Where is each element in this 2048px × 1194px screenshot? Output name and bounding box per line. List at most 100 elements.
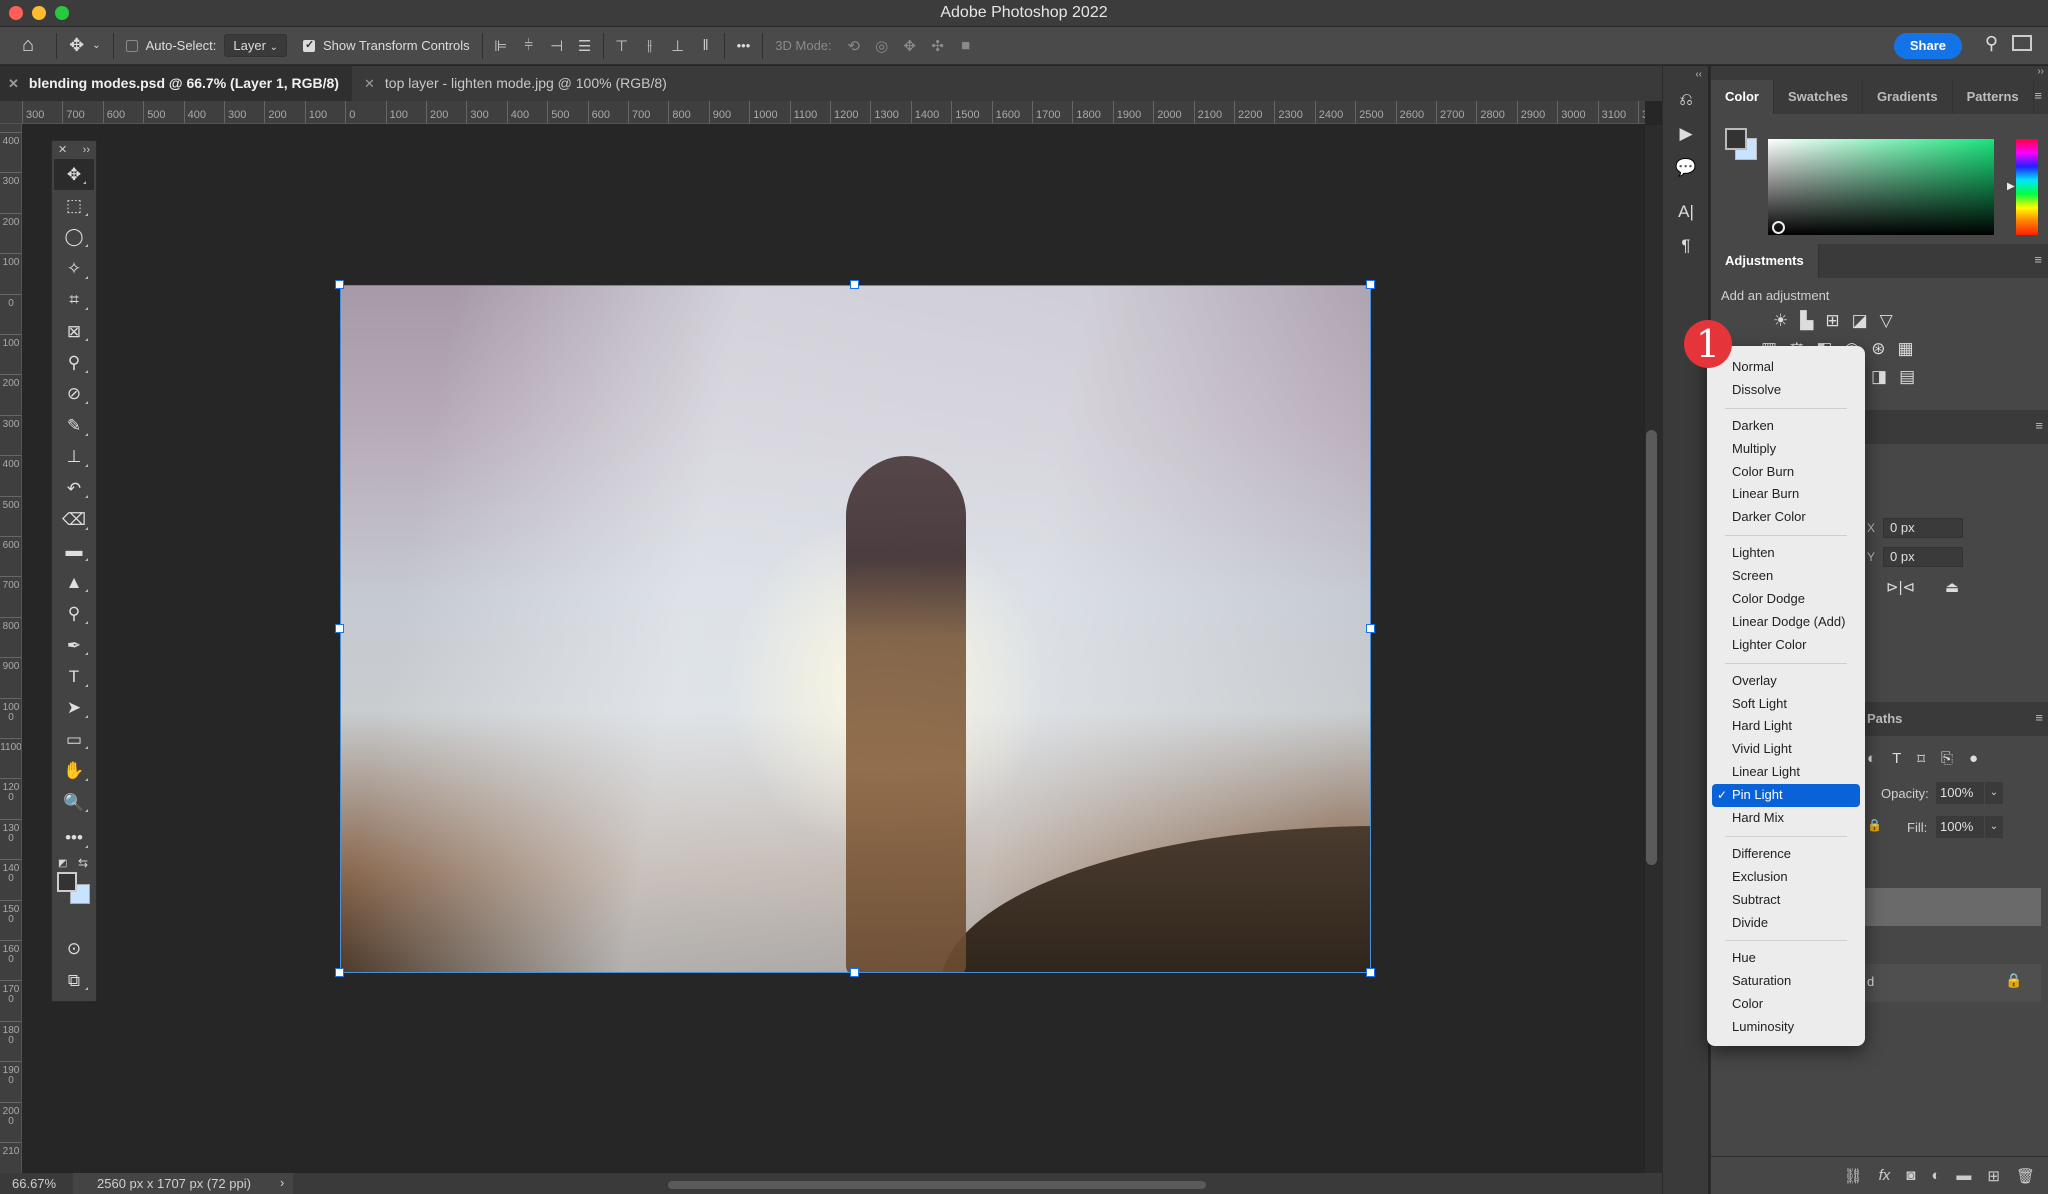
transform-handle-right[interactable] <box>1366 624 1375 633</box>
screen-mode-icon[interactable]: ⧉ <box>52 965 96 996</box>
align-left-icon[interactable]: ⊫ <box>487 37 515 55</box>
tab-adjustments[interactable]: Adjustments <box>1711 244 1819 278</box>
quick-mask-icon[interactable]: ⊙ <box>52 934 96 965</box>
transform-handle-top-right[interactable] <box>1366 280 1375 289</box>
show-transform-controls-checkbox[interactable]: Show Transform Controls <box>295 27 478 65</box>
actions-play-icon[interactable]: ▶ <box>1663 117 1709 151</box>
blend-mode-option-soft-light[interactable]: Soft Light <box>1707 693 1865 716</box>
zoom-tool-icon[interactable]: 🔍 <box>52 787 96 818</box>
3d-camera-icon[interactable]: ■ <box>952 37 980 54</box>
transform-handle-bottom-left[interactable] <box>335 968 344 977</box>
lock-icon[interactable]: 🔒 <box>1867 818 1882 832</box>
eraser-tool-icon[interactable]: ⌫ <box>52 504 96 535</box>
blend-mode-option-exclusion[interactable]: Exclusion <box>1707 866 1865 889</box>
blend-mode-option-color-dodge[interactable]: Color Dodge <box>1707 588 1865 611</box>
new-adjustment-layer-icon[interactable]: ◐ <box>1931 1167 1940 1184</box>
color-field[interactable] <box>1768 139 1994 235</box>
panel-menu-icon[interactable]: ≡ <box>2034 252 2042 267</box>
expand-toolbar-icon[interactable]: ›› <box>83 141 90 159</box>
blend-mode-option-divide[interactable]: Divide <box>1707 912 1865 935</box>
hue-slider[interactable] <box>2016 139 2038 235</box>
align-vertical-center-icon[interactable]: ⫲ <box>636 37 664 54</box>
tab-paths[interactable]: Paths <box>1867 702 1902 736</box>
new-layer-icon[interactable]: ⊞ <box>1987 1167 2000 1185</box>
close-toolbar-icon[interactable]: ✕ <box>58 141 67 159</box>
auto-select-target-dropdown[interactable]: Layer ⌄ <box>224 34 287 57</box>
blend-mode-option-pin-light[interactable]: Pin Light <box>1712 784 1860 808</box>
blend-mode-option-dissolve[interactable]: Dissolve <box>1707 379 1865 402</box>
y-position-field[interactable]: 0 px <box>1883 547 1963 567</box>
blend-mode-option-hard-light[interactable]: Hard Light <box>1707 715 1865 738</box>
blend-mode-option-lighten[interactable]: Lighten <box>1707 542 1865 565</box>
transform-handle-top-left[interactable] <box>335 280 344 289</box>
opacity-field[interactable]: 100% <box>1936 782 1984 804</box>
search-icon[interactable]: ⚲ <box>1985 33 1998 54</box>
move-tool-preset-icon[interactable]: ✥ ⌄ <box>61 27 108 65</box>
blend-mode-option-subtract[interactable]: Subtract <box>1707 889 1865 912</box>
blend-mode-option-luminosity[interactable]: Luminosity <box>1707 1016 1865 1039</box>
collapse-panels-icon[interactable]: ‹‹ <box>1663 66 1708 83</box>
path-selection-tool-icon[interactable]: ➤ <box>52 693 96 724</box>
distribute-vertical-icon[interactable]: ☰ <box>571 37 599 55</box>
blend-mode-option-darker-color[interactable]: Darker Color <box>1707 506 1865 529</box>
align-bottom-icon[interactable]: ⊥ <box>664 37 692 55</box>
exposure-icon[interactable]: ◪ <box>1852 311 1868 331</box>
tab-patterns[interactable]: Patterns <box>1953 80 2034 114</box>
magic-wand-tool-icon[interactable]: ✧ <box>52 253 96 284</box>
distribute-horizontal-icon[interactable]: ‖ <box>692 37 720 54</box>
auto-select-checkbox[interactable]: Auto-Select: Layer ⌄ <box>118 27 295 65</box>
flip-vertical-icon[interactable]: ⏏ <box>1945 578 1959 596</box>
hue-slider-arrow[interactable]: ▶ <box>2007 181 2015 192</box>
doc-tab-top-layer[interactable]: ✕ top layer - lighten mode.jpg @ 100% (RG… <box>356 66 706 101</box>
channel-mixer-icon[interactable]: ⊛ <box>1871 339 1885 359</box>
vertical-ruler[interactable]: 400 300 200 100 0 100 200 300 400 500 600 700 800 900… <box>0 124 22 1174</box>
blend-mode-option-overlay[interactable]: Overlay <box>1707 670 1865 693</box>
lasso-tool-icon[interactable]: ◯ <box>52 222 96 253</box>
zoom-level[interactable]: 66.67% <box>12 1176 56 1191</box>
gradient-tool-icon[interactable]: ▬ <box>52 536 96 567</box>
tab-color[interactable]: Color <box>1711 80 1774 114</box>
flip-horizontal-icon[interactable]: ⊳|⊲ <box>1886 578 1915 596</box>
opacity-dropdown-icon[interactable]: ⌄ <box>1985 782 2003 804</box>
filter-shape-icon[interactable]: ⌑ <box>1917 750 1925 768</box>
marquee-tool-icon[interactable]: ⬚ <box>52 190 96 221</box>
vibrance-icon[interactable]: ▽ <box>1880 311 1893 331</box>
align-horizontal-center-icon[interactable]: ⫩ <box>515 37 543 54</box>
move-tool-icon[interactable]: ✥ <box>54 159 94 191</box>
filter-type-icon[interactable]: T <box>1892 750 1901 768</box>
fx-icon[interactable]: fx <box>1879 1167 1891 1184</box>
filter-adjustment-icon[interactable]: ◐ <box>1867 750 1876 768</box>
clone-stamp-tool-icon[interactable]: ⊥ <box>52 442 96 473</box>
type-tool-icon[interactable]: T <box>52 661 96 692</box>
transform-handle-left[interactable] <box>335 624 344 633</box>
x-position-field[interactable]: 0 px <box>1883 518 1963 538</box>
frame-tool-icon[interactable]: ⊠ <box>52 316 96 347</box>
blend-mode-option-difference[interactable]: Difference <box>1707 843 1865 866</box>
blend-mode-option-multiply[interactable]: Multiply <box>1707 438 1865 461</box>
horizontal-scroll-thumb[interactable] <box>668 1181 1206 1189</box>
blend-mode-option-normal[interactable]: Normal <box>1707 356 1865 379</box>
foreground-color-swatch[interactable] <box>57 871 77 892</box>
3d-orbit-icon[interactable]: ⟲ <box>840 37 868 55</box>
pen-tool-icon[interactable]: ✒ <box>52 630 96 661</box>
blend-mode-option-linear-burn[interactable]: Linear Burn <box>1707 483 1865 506</box>
doc-info-menu-arrow[interactable]: › <box>280 1175 284 1190</box>
filter-smart-object-icon[interactable]: ⎘ <box>1941 750 1953 768</box>
align-right-icon[interactable]: ⊣ <box>543 37 571 55</box>
default-colors-icon[interactable]: ◩ <box>58 858 67 869</box>
blend-mode-option-lighter-color[interactable]: Lighter Color <box>1707 634 1865 657</box>
tab-swatches[interactable]: Swatches <box>1774 80 1863 114</box>
tab-gradients[interactable]: Gradients <box>1863 80 1953 114</box>
color-picker-cursor[interactable] <box>1772 221 1785 234</box>
delete-layer-icon[interactable]: 🗑 <box>2016 1167 2035 1185</box>
blend-mode-option-hue[interactable]: Hue <box>1707 947 1865 970</box>
blend-mode-option-hard-mix[interactable]: Hard Mix <box>1707 807 1865 830</box>
threshold-icon[interactable]: ◨ <box>1871 367 1887 387</box>
new-group-icon[interactable]: ▬ <box>1956 1167 1971 1184</box>
canvas-image[interactable] <box>340 285 1371 973</box>
panel-menu-icon[interactable]: ≡ <box>2035 710 2043 725</box>
history-brush-tool-icon[interactable]: ↶ <box>52 473 96 504</box>
blend-mode-option-darken[interactable]: Darken <box>1707 415 1865 438</box>
blend-mode-option-color-burn[interactable]: Color Burn <box>1707 461 1865 484</box>
blend-mode-option-screen[interactable]: Screen <box>1707 565 1865 588</box>
